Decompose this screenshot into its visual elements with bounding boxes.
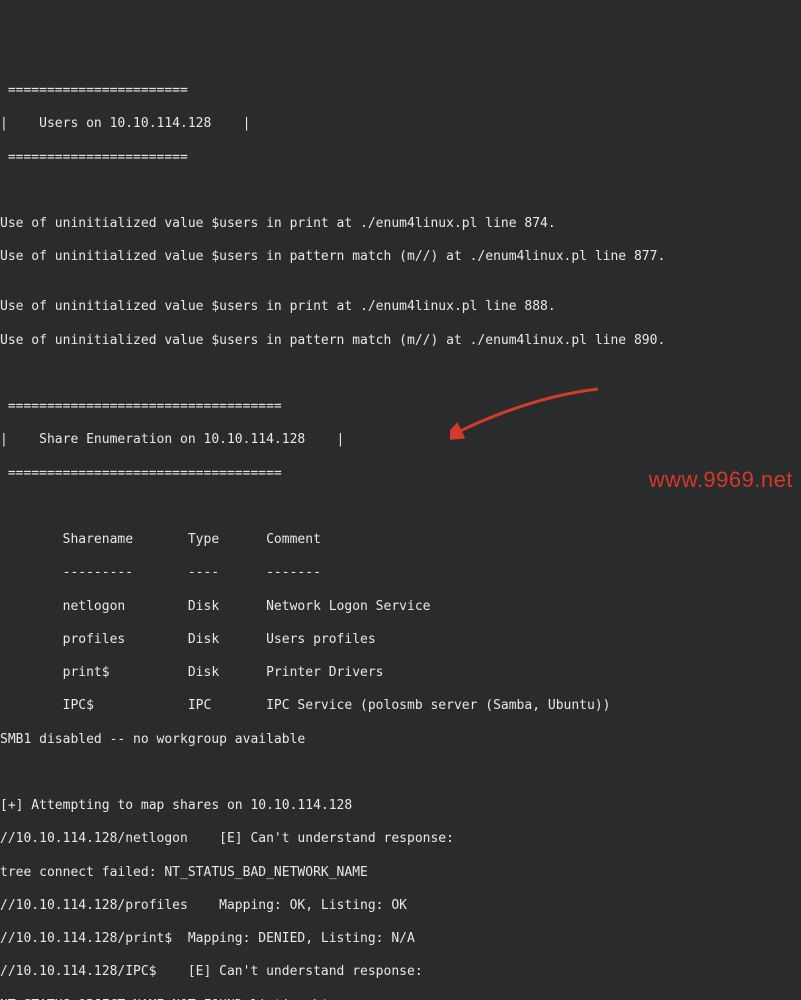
- section-title-users: | Users on 10.10.114.128 |: [0, 116, 801, 133]
- share-table-row: print$ Disk Printer Drivers: [0, 665, 801, 682]
- mapping-line: //10.10.114.128/print$ Mapping: DENIED, …: [0, 931, 801, 948]
- share-table-row: profiles Disk Users profiles: [0, 632, 801, 649]
- mapping-line: NT_STATUS_OBJECT_NAME_NOT_FOUND listing …: [0, 998, 801, 1000]
- mapping-line: tree connect failed: NT_STATUS_BAD_NETWO…: [0, 865, 801, 882]
- mapping-line-highlight: //10.10.114.128/profiles Mapping: OK, Li…: [0, 898, 801, 915]
- terminal-output: ======================= | Users on 10.10…: [0, 67, 801, 1000]
- share-table-header: Sharename Type Comment: [0, 532, 801, 549]
- section-rule: =======================: [0, 83, 801, 100]
- share-table-divider: --------- ---- -------: [0, 565, 801, 582]
- share-table-row: netlogon Disk Network Logon Service: [0, 599, 801, 616]
- mapping-line: //10.10.114.128/IPC$ [E] Can't understan…: [0, 964, 801, 981]
- blank-line: [0, 499, 801, 516]
- section-rule: ===================================: [0, 399, 801, 416]
- warning-line: Use of uninitialized value $users in pat…: [0, 249, 801, 266]
- mapping-intro: [+] Attempting to map shares on 10.10.11…: [0, 798, 801, 815]
- share-table-footer: SMB1 disabled -- no workgroup available: [0, 732, 801, 749]
- warning-line: Use of uninitialized value $users in pri…: [0, 299, 801, 316]
- warning-line: Use of uninitialized value $users in pat…: [0, 333, 801, 350]
- warning-line: Use of uninitialized value $users in pri…: [0, 216, 801, 233]
- share-table-row: IPC$ IPC IPC Service (polosmb server (Sa…: [0, 698, 801, 715]
- blank-line: [0, 183, 801, 200]
- section-title-shares: | Share Enumeration on 10.10.114.128 |: [0, 432, 801, 449]
- watermark-text: www.9969.net: [649, 466, 793, 494]
- blank-line: [0, 366, 801, 383]
- section-rule: =======================: [0, 150, 801, 167]
- blank-line: [0, 765, 801, 782]
- mapping-line: //10.10.114.128/netlogon [E] Can't under…: [0, 831, 801, 848]
